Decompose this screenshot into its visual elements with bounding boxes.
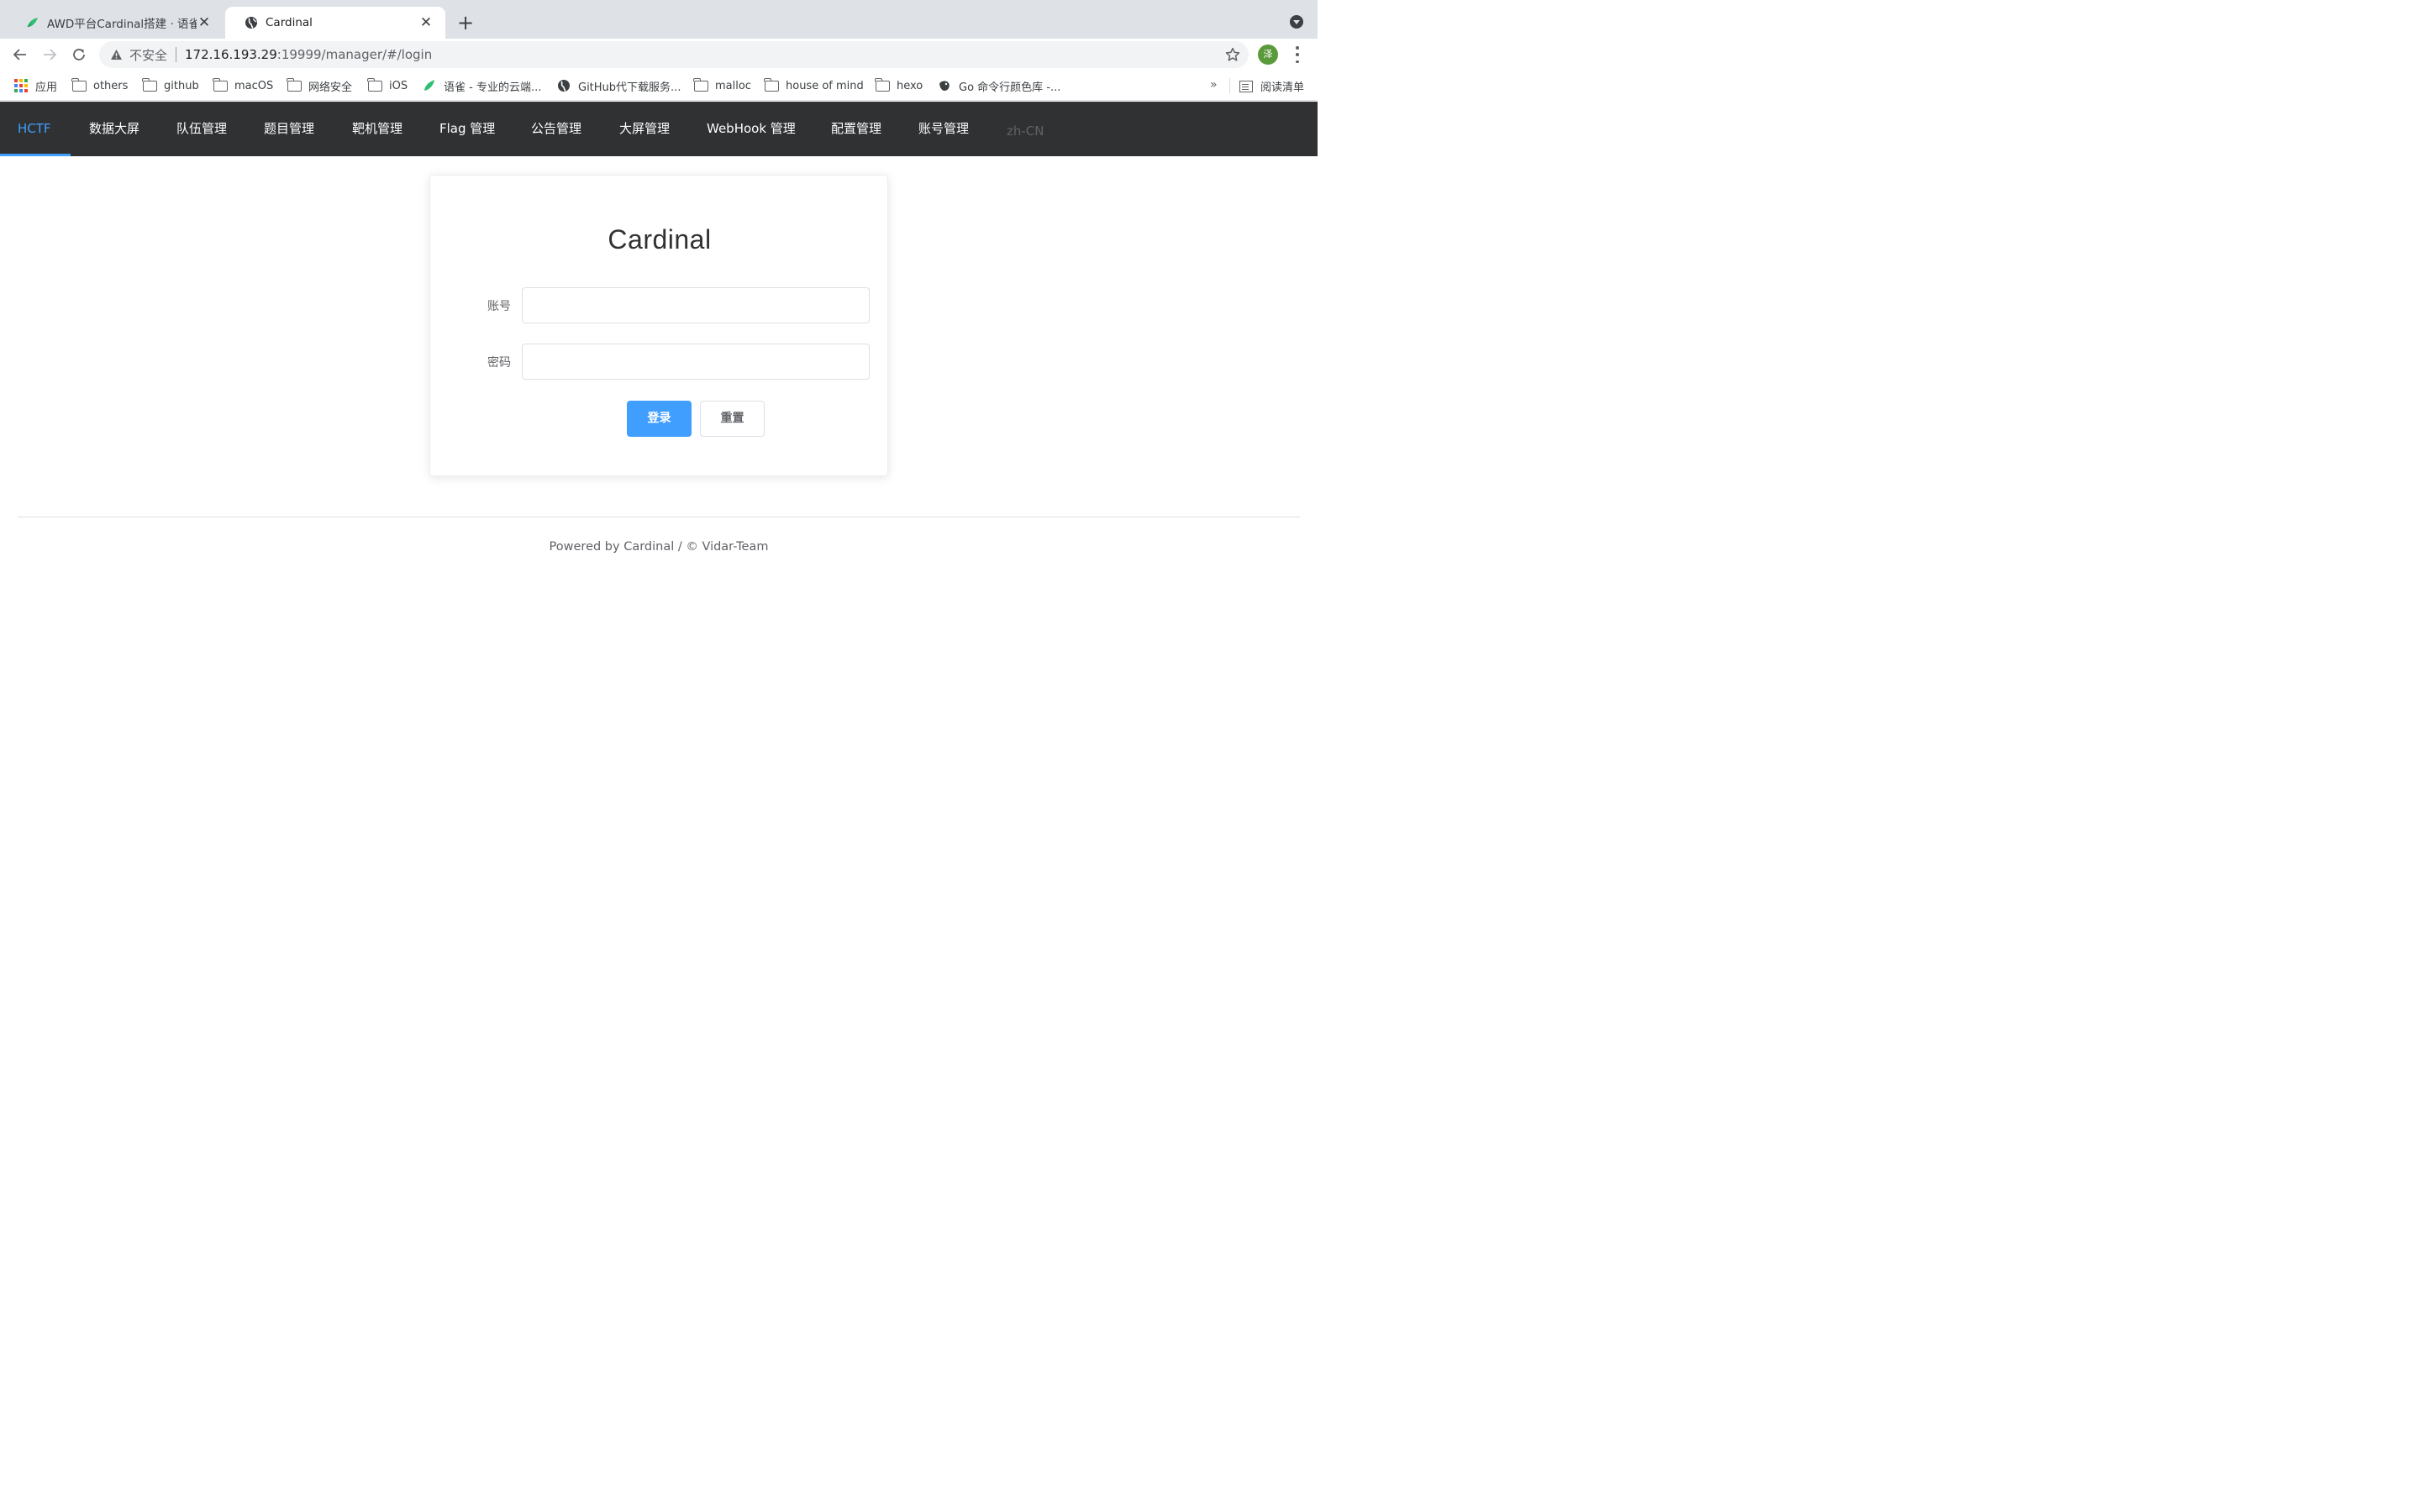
nav-item-challenges[interactable]: 题目管理 xyxy=(264,102,314,156)
reading-list-label: 阅读清单 xyxy=(1260,81,1305,94)
folder-icon xyxy=(875,77,890,92)
folder-icon xyxy=(71,77,87,92)
folder-icon xyxy=(213,77,228,92)
bookmark-label: others xyxy=(93,79,129,92)
folder-icon xyxy=(287,77,302,92)
yuque-icon xyxy=(422,79,437,92)
bookmark-label: github xyxy=(164,79,199,92)
bookmark-malloc[interactable]: malloc xyxy=(693,77,751,93)
tab-title: Cardinal xyxy=(266,16,313,29)
folder-icon xyxy=(764,77,779,92)
close-icon[interactable]: ✕ xyxy=(418,15,434,30)
bookmark-label: hexo xyxy=(897,79,923,92)
bookmark-apps[interactable]: 应用 xyxy=(13,78,58,94)
reload-button[interactable] xyxy=(68,44,90,66)
bookmark-label: iOS xyxy=(389,79,408,92)
reading-list-icon xyxy=(1239,80,1253,92)
address-bar[interactable]: 不安全 172.16.193.29:19999/manager/#/login xyxy=(99,41,1249,68)
new-tab-button[interactable]: + xyxy=(455,12,476,34)
bookmark-label: 网络安全 xyxy=(308,81,353,94)
bookmarks-divider xyxy=(1229,78,1230,93)
arrow-left-icon xyxy=(13,49,26,60)
login-card: Cardinal 账号 密码 登录 重置 xyxy=(429,175,888,476)
nav-item-bulletins[interactable]: 公告管理 xyxy=(531,102,581,156)
top-nav-menu: HCTF 数据大屏 队伍管理 题目管理 靶机管理 Flag 管理 公告管理 大屏… xyxy=(0,102,1318,156)
bookmark-others[interactable]: others xyxy=(71,77,129,93)
profile-avatar[interactable]: 泽 xyxy=(1258,45,1278,65)
url-path: :19999/manager/#/login xyxy=(276,47,433,62)
nav-item-flags[interactable]: Flag 管理 xyxy=(439,102,495,156)
nav-item-gameboxes[interactable]: 靶机管理 xyxy=(352,102,402,156)
bookmark-label: 语雀 - 专业的云端... xyxy=(444,81,542,94)
bookmark-label: GitHub代下载服务... xyxy=(578,81,681,94)
browser-tab-yuque[interactable]: AWD平台Cardinal搭建 · 语雀 ✕ xyxy=(7,7,224,39)
tab-search-icon[interactable] xyxy=(1290,15,1303,29)
globe-icon xyxy=(244,15,259,30)
login-button[interactable]: 登录 xyxy=(627,401,692,437)
gopher-icon xyxy=(937,79,952,92)
bookmark-yuque[interactable]: 语雀 - 专业的云端... xyxy=(422,78,542,94)
browser-menu-icon[interactable] xyxy=(1291,46,1304,63)
nav-item-accounts[interactable]: 账号管理 xyxy=(918,102,969,156)
bookmark-house-of-mind[interactable]: house of mind xyxy=(764,77,864,93)
nav-item-dashboard[interactable]: 数据大屏 xyxy=(89,102,139,156)
apps-grid-icon xyxy=(13,79,29,92)
security-status[interactable]: 不安全 xyxy=(129,46,167,64)
bookmark-github[interactable]: github xyxy=(142,77,199,93)
nav-item-screen[interactable]: 大屏管理 xyxy=(619,102,670,156)
forward-button[interactable] xyxy=(39,44,60,66)
reset-button[interactable]: 重置 xyxy=(700,401,765,437)
bookmark-hexo[interactable]: hexo xyxy=(875,77,923,93)
bookmark-label: malloc xyxy=(715,79,751,92)
browser-tab-strip: AWD平台Cardinal搭建 · 语雀 ✕ Cardinal ✕ + xyxy=(0,0,1318,39)
account-input[interactable] xyxy=(522,287,870,323)
bookmark-label: 应用 xyxy=(35,81,58,94)
bookmarks-bar: 应用 others github macOS 网络安全 iOS 语雀 - 专业的… xyxy=(0,71,1318,101)
bookmark-macos[interactable]: macOS xyxy=(213,77,274,93)
password-input[interactable] xyxy=(522,344,870,380)
url-host: 172.16.193.29 xyxy=(185,47,277,62)
bookmark-ios[interactable]: iOS xyxy=(367,77,408,93)
bookmark-go-color[interactable]: Go 命令行颜色库 -... xyxy=(937,78,1061,94)
arrow-right-icon xyxy=(44,49,57,60)
globe-icon xyxy=(556,79,571,92)
password-label: 密码 xyxy=(487,356,511,370)
nav-brand-hctf[interactable]: HCTF xyxy=(18,102,51,156)
bookmarks-overflow-button[interactable]: » xyxy=(1210,78,1218,92)
account-label: 账号 xyxy=(487,300,511,313)
nav-active-indicator xyxy=(0,154,71,156)
folder-icon xyxy=(142,77,157,92)
nav-item-webhook[interactable]: WebHook 管理 xyxy=(707,102,796,156)
reading-list-button[interactable]: 阅读清单 xyxy=(1239,78,1304,94)
language-switch[interactable]: zh-CN xyxy=(1007,104,1044,159)
reload-icon xyxy=(73,49,85,60)
tab-title: AWD平台Cardinal搭建 · 语雀 xyxy=(47,18,197,31)
bookmark-star-icon[interactable] xyxy=(1225,47,1240,62)
browser-toolbar: 不安全 172.16.193.29:19999/manager/#/login … xyxy=(0,39,1318,71)
nav-item-config[interactable]: 配置管理 xyxy=(831,102,881,156)
warning-icon[interactable] xyxy=(109,48,123,61)
close-icon[interactable]: ✕ xyxy=(197,15,212,30)
bookmark-label: house of mind xyxy=(786,79,864,92)
bookmark-github-download[interactable]: GitHub代下载服务... xyxy=(556,78,681,94)
yuque-icon xyxy=(25,15,40,30)
bookmark-label: Go 命令行颜色库 -... xyxy=(959,81,1061,94)
back-button[interactable] xyxy=(9,44,31,66)
footer-credits: Powered by Cardinal / © Vidar-Team xyxy=(549,540,769,554)
nav-item-teams[interactable]: 队伍管理 xyxy=(176,102,227,156)
folder-icon xyxy=(693,77,708,92)
bookmark-security[interactable]: 网络安全 xyxy=(287,77,353,94)
login-title: Cardinal xyxy=(608,224,712,255)
folder-icon xyxy=(367,77,382,92)
bookmark-label: macOS xyxy=(234,79,274,92)
browser-tab-cardinal[interactable]: Cardinal ✕ xyxy=(225,7,445,39)
